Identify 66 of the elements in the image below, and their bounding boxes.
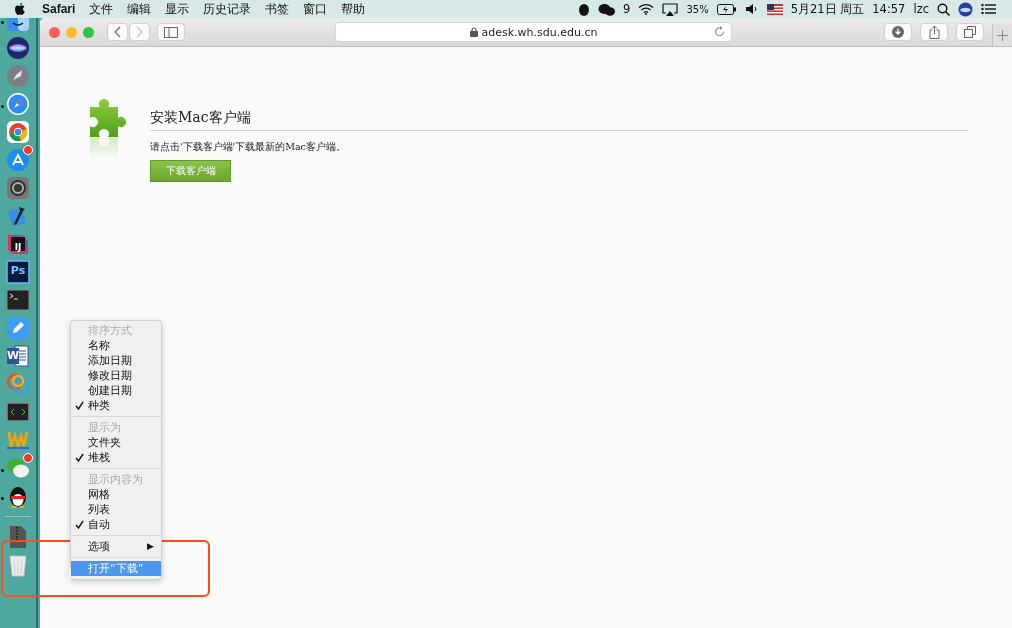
flag-icon[interactable] [766, 3, 783, 15]
menu-item[interactable]: 书签 [265, 1, 290, 17]
apple-icon[interactable] [14, 2, 26, 16]
chat-bubbles-icon[interactable] [598, 2, 616, 16]
date-label: 5月21日 周五 [790, 1, 865, 17]
tabs-button[interactable] [956, 23, 984, 41]
url-text: adesk.wh.sdu.edu.cn [481, 25, 598, 39]
new-tab-button[interactable] [992, 24, 1012, 46]
menu-item[interactable]: 堆栈 [71, 450, 161, 465]
list-icon[interactable] [981, 3, 996, 15]
back-button[interactable] [107, 23, 128, 41]
airplay-icon[interactable] [662, 2, 679, 16]
menu-item[interactable]: 窗口 [303, 1, 328, 17]
share-button[interactable] [920, 23, 948, 41]
clock-label: 14:57 [872, 2, 906, 16]
a-shape-icon[interactable] [6, 148, 30, 172]
ide-icon[interactable]: IJ [6, 232, 30, 256]
menu-item[interactable]: 帮助 [341, 1, 366, 17]
menu-section-header: 显示内容为 [87, 472, 144, 487]
sidebar-icon [164, 26, 178, 38]
share-icon [928, 25, 940, 39]
compass-icon[interactable] [6, 92, 30, 116]
submenu-item[interactable]: 选项 ▶ [71, 539, 161, 554]
speaker-icon[interactable] [744, 3, 759, 15]
ring-icon[interactable] [6, 120, 30, 144]
menu-item[interactable]: 显示 [165, 1, 190, 17]
menu-section-header: 排序方式 [87, 323, 133, 338]
download-icon [892, 26, 904, 38]
menu-item[interactable]: 列表 [71, 502, 161, 517]
terminal-icon[interactable] [6, 288, 30, 312]
gear-icon[interactable] [6, 176, 30, 200]
ps-icon[interactable]: Ps [6, 260, 30, 284]
instruction-text: 请点击'下载客户端'下载最新的Mac客户端。 [150, 141, 346, 154]
battery-percentage: 35% [686, 3, 709, 15]
app-menu[interactable]: Safari [42, 2, 76, 16]
chevron-right-icon [136, 26, 143, 38]
chevron-left-icon [114, 26, 121, 38]
menu-item[interactable]: 自动 [71, 517, 161, 532]
menu-item[interactable]: 历史记录 [203, 1, 252, 17]
menu-item[interactable]: 文件夹 [71, 435, 161, 450]
wifi-icon[interactable] [638, 3, 655, 15]
downloads-button[interactable] [884, 23, 912, 41]
menu-item[interactable]: 添加日期 [71, 353, 161, 368]
menu-item[interactable]: 种类 [71, 398, 161, 413]
pencil-icon[interactable] [6, 316, 30, 340]
menu-item[interactable]: 名称 [71, 338, 161, 353]
menu-section-header: 显示为 [87, 420, 122, 435]
message-count: 9 [623, 2, 631, 16]
reload-icon[interactable] [714, 26, 725, 37]
search-icon[interactable] [937, 2, 950, 16]
user-name[interactable]: lzc [913, 2, 929, 16]
battery-icon[interactable] [716, 3, 737, 15]
tabs-icon [964, 26, 976, 38]
menu-item[interactable]: 网格 [71, 487, 161, 502]
code-window-icon[interactable] [6, 400, 30, 424]
section-title: 安装Mac客户端 [150, 108, 251, 127]
menu-item[interactable]: 创建日期 [71, 383, 161, 398]
address-field[interactable]: adesk.wh.sdu.edu.cn [335, 22, 732, 42]
menu-item[interactable]: 修改日期 [71, 368, 161, 383]
plus-icon [997, 29, 1008, 41]
menu-item[interactable]: 文件 [89, 1, 114, 17]
orb-icon[interactable] [958, 1, 973, 17]
lock-icon [469, 27, 478, 37]
sidebar-button[interactable] [157, 23, 185, 41]
orb-icon[interactable] [6, 36, 30, 60]
menu-item[interactable]: 编辑 [127, 1, 152, 17]
